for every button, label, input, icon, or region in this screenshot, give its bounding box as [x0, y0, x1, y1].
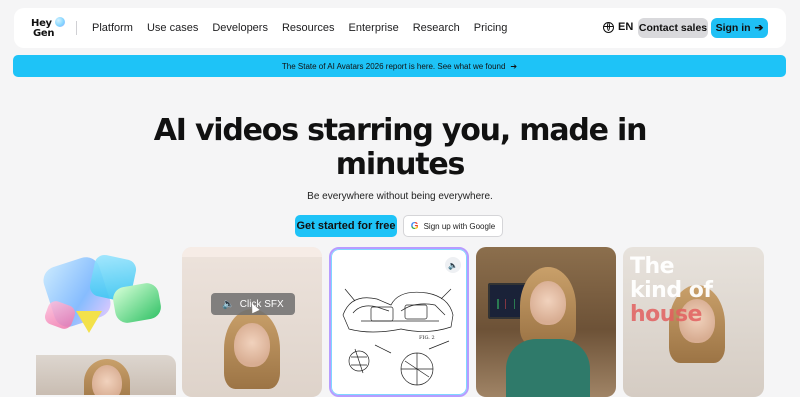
patent-drawing [342, 288, 454, 386]
hero-subtitle: Be everywhere without being everywhere. [307, 191, 493, 202]
shape-decoration [111, 281, 163, 325]
nav-resources[interactable]: Resources [282, 22, 335, 34]
shape-decoration [76, 311, 102, 333]
speaker-icon: 🔈 [222, 298, 235, 310]
avatar-video-card-sfx[interactable]: 🔈 Click SFX [182, 247, 322, 397]
hero-title-line-2: minutes [335, 147, 466, 182]
main-nav: Platform Use cases Developers Resources … [92, 8, 521, 48]
announcement-banner[interactable]: The State of AI Avatars 2026 report is h… [13, 55, 786, 77]
logo-line-2: Gen [33, 28, 55, 39]
language-selector[interactable]: EN [603, 21, 633, 33]
contact-sales-button[interactable]: Contact sales [638, 18, 708, 38]
heygen-logo[interactable]: Hey Gen [31, 17, 71, 41]
nav-developers[interactable]: Developers [212, 22, 268, 34]
get-started-button[interactable]: Get started for free [295, 215, 397, 237]
arrow-right-icon: ➔ [510, 61, 518, 71]
logo-spark-icon [55, 17, 65, 27]
globe-icon [603, 21, 614, 33]
caption-word: kind of [630, 278, 713, 303]
google-signup-label: Sign up with Google [423, 221, 496, 231]
arrow-right-icon: ➔ [754, 22, 764, 34]
sign-in-button[interactable]: Sign in ➔ [711, 18, 768, 38]
nav-pricing[interactable]: Pricing [474, 22, 508, 34]
hero-title: AI videos starring you, made in minutes [100, 114, 700, 182]
banner-text: The State of AI Avatars 2026 report is h… [281, 61, 506, 71]
google-icon: G [410, 220, 419, 232]
nav-use-cases[interactable]: Use cases [147, 22, 198, 34]
avatar-face [92, 365, 122, 395]
avatar-video-thumbnail[interactable] [36, 355, 176, 395]
figure-label: FIG. 2 [419, 335, 435, 341]
card-top-band [182, 247, 322, 257]
caption-overlay: The kind of house [630, 254, 713, 327]
google-signup-button[interactable]: G Sign up with Google [403, 215, 503, 237]
language-code: EN [618, 21, 634, 33]
caption-word: The [630, 254, 675, 279]
avatar-video-card-kind[interactable]: The kind of house [623, 247, 764, 397]
caption-word: house [630, 302, 702, 327]
avatar-video-card-office[interactable] [476, 247, 616, 397]
header-divider [76, 21, 77, 35]
hero-title-line-1: AI videos starring you, made in [153, 113, 648, 148]
avatar-jacket [506, 339, 590, 397]
nav-research[interactable]: Research [413, 22, 460, 34]
nav-platform[interactable]: Platform [92, 22, 133, 34]
nav-enterprise[interactable]: Enterprise [349, 22, 399, 34]
patent-video-card[interactable]: 🔈 FIG. 2 [329, 247, 469, 397]
sign-in-label: Sign in [715, 22, 751, 34]
site-header: Hey Gen Platform Use cases Developers Re… [14, 8, 786, 48]
avatar-face [234, 323, 270, 367]
avatar-face [530, 281, 566, 325]
click-sfx-label: Click SFX [239, 298, 284, 310]
